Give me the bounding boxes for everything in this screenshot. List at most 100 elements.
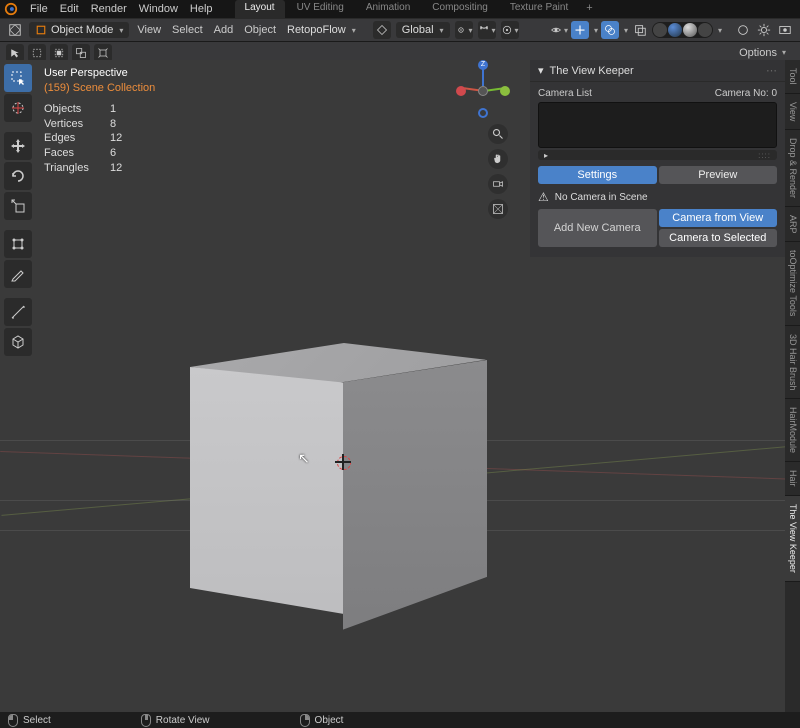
workspace-tab-compositing[interactable]: Compositing [422,0,498,18]
vtab-drop-render[interactable]: Drop & Render [785,130,800,207]
render-icon[interactable] [776,21,794,39]
gizmo-center[interactable] [478,86,488,96]
shading-material-icon[interactable] [683,23,697,37]
camera-no-label: Camera No: [715,88,769,99]
header-menu-add[interactable]: Add [211,24,237,36]
menu-file[interactable]: File [30,3,48,15]
mode-dropdown[interactable]: Object Mode ▾ [29,22,129,38]
camera-list[interactable] [538,102,777,148]
nav-gizmo[interactable]: Z [458,64,508,120]
camera-to-selected-button[interactable]: Camera to Selected [659,229,778,247]
menu-window[interactable]: Window [139,3,178,15]
workspace-tab-animation[interactable]: Animation [356,0,420,18]
vtab-view-keeper[interactable]: The View Keeper [785,496,800,582]
view-keeper-panel: ▾ The View Keeper ⋯ Camera List Camera N… [530,60,785,257]
warning-icon: ⚠ [538,190,549,204]
vtab-view[interactable]: View [785,94,800,130]
blender-logo-icon [4,2,18,16]
select-mode-icon-4[interactable] [72,44,90,62]
workspace-add-button[interactable]: + [580,0,598,18]
header-menu-retopoflow[interactable]: RetopoFlow ▾ [284,22,359,38]
workspace-tab-uv[interactable]: UV Editing [287,0,354,18]
tool-select-box[interactable] [4,64,32,92]
gizmo-toggle-icon[interactable] [571,21,589,39]
vtab-tool[interactable]: Tool [785,60,800,94]
shading-wireframe-icon[interactable] [653,23,667,37]
preview-tab[interactable]: Preview [659,166,778,184]
panel-menu-icon[interactable]: ⋯ [766,64,777,77]
chevron-down-icon[interactable]: ▾ [624,26,628,35]
tool-annotate[interactable] [4,260,32,288]
select-mode-icon-1[interactable] [6,44,24,62]
axis-y-icon[interactable] [500,86,510,96]
tool-rotate[interactable] [4,162,32,190]
select-mode-icon-2[interactable] [28,44,46,62]
3d-cursor-icon [335,454,351,470]
chevron-down-icon: ▾ [782,48,786,57]
tool-add-cube[interactable] [4,328,32,356]
scene-cube[interactable] [190,343,490,643]
shading-rendered-icon[interactable] [698,23,712,37]
visibility-icon[interactable]: ▾ [550,21,568,39]
vtab-arp[interactable]: ARP [785,207,800,243]
3d-viewport[interactable]: ↖ User Perspective (159) Scene Collectio… [0,60,800,712]
play-icon[interactable]: ▸ [544,151,548,160]
workspace-tab-layout[interactable]: Layout [235,0,285,18]
scene-icon[interactable] [734,21,752,39]
pan-icon[interactable] [488,149,508,169]
header-menu-object[interactable]: Object [241,24,279,36]
status-object: Object [300,714,344,727]
select-mode-icon-3[interactable] [50,44,68,62]
orientation-icon[interactable] [373,21,391,39]
n-panel-tabs: Tool View Drop & Render ARP toOptimize T… [785,60,800,712]
header-menu-view[interactable]: View [134,24,164,36]
tool-scale[interactable] [4,192,32,220]
select-mode-icon-5[interactable] [94,44,112,62]
axis-x-icon[interactable] [456,86,466,96]
vtab-hair[interactable]: Hair [785,462,800,496]
panel-header[interactable]: ▾ The View Keeper ⋯ [530,60,785,82]
mouse-right-icon [300,714,310,727]
menu-render[interactable]: Render [91,3,127,15]
proportional-icon[interactable]: ▾ [501,21,519,39]
workspace-tab-texture-paint[interactable]: Texture Paint [500,0,578,18]
tool-transform[interactable] [4,230,32,258]
shading-solid-icon[interactable] [668,23,682,37]
gear-icon[interactable] [755,21,773,39]
editor-type-icon[interactable] [6,21,24,39]
overlay-toggle-icon[interactable] [601,21,619,39]
pivot-icon[interactable]: ▾ [455,21,473,39]
snap-icon[interactable]: ▾ [478,21,496,39]
camera-no-value: 0 [771,88,777,99]
add-new-camera-button[interactable]: Add New Camera [538,209,657,247]
collapse-icon[interactable]: ▾ [538,64,544,77]
shading-mode-selector[interactable] [652,22,713,38]
perspective-toggle-icon[interactable] [488,199,508,219]
axis-neg-z-icon[interactable] [478,108,488,118]
settings-tab[interactable]: Settings [538,166,657,184]
chevron-down-icon[interactable]: ▾ [594,26,598,35]
options-dropdown[interactable]: Options ▾ [731,45,794,61]
chevron-down-icon: ▾ [119,26,123,35]
menu-help[interactable]: Help [190,3,213,15]
tool-move[interactable] [4,132,32,160]
xray-icon[interactable] [631,21,649,39]
drag-handle-icon[interactable]: :::: [758,151,771,160]
orientation-dropdown[interactable]: Global ▾ [396,22,450,38]
camera-strip[interactable]: ▸ :::: [538,150,777,160]
vtab-hair-brush[interactable]: 3D Hair Brush [785,326,800,400]
tool-cursor[interactable] [4,94,32,122]
chevron-down-icon[interactable]: ▾ [718,26,722,35]
camera-view-icon[interactable] [488,174,508,194]
header-menu-select[interactable]: Select [169,24,206,36]
camera-from-view-button[interactable]: Camera from View [659,209,778,227]
menu-edit[interactable]: Edit [60,3,79,15]
zoom-icon[interactable] [488,124,508,144]
vtab-hair-module[interactable]: HairModule [785,399,800,462]
vtab-optimize[interactable]: toOptimize Tools [785,242,800,325]
panel-title: The View Keeper [550,65,634,77]
tool-measure[interactable] [4,298,32,326]
mode-label: Object Mode [51,24,113,36]
axis-z-icon[interactable]: Z [478,60,488,70]
warning-text: No Camera in Scene [555,192,648,203]
